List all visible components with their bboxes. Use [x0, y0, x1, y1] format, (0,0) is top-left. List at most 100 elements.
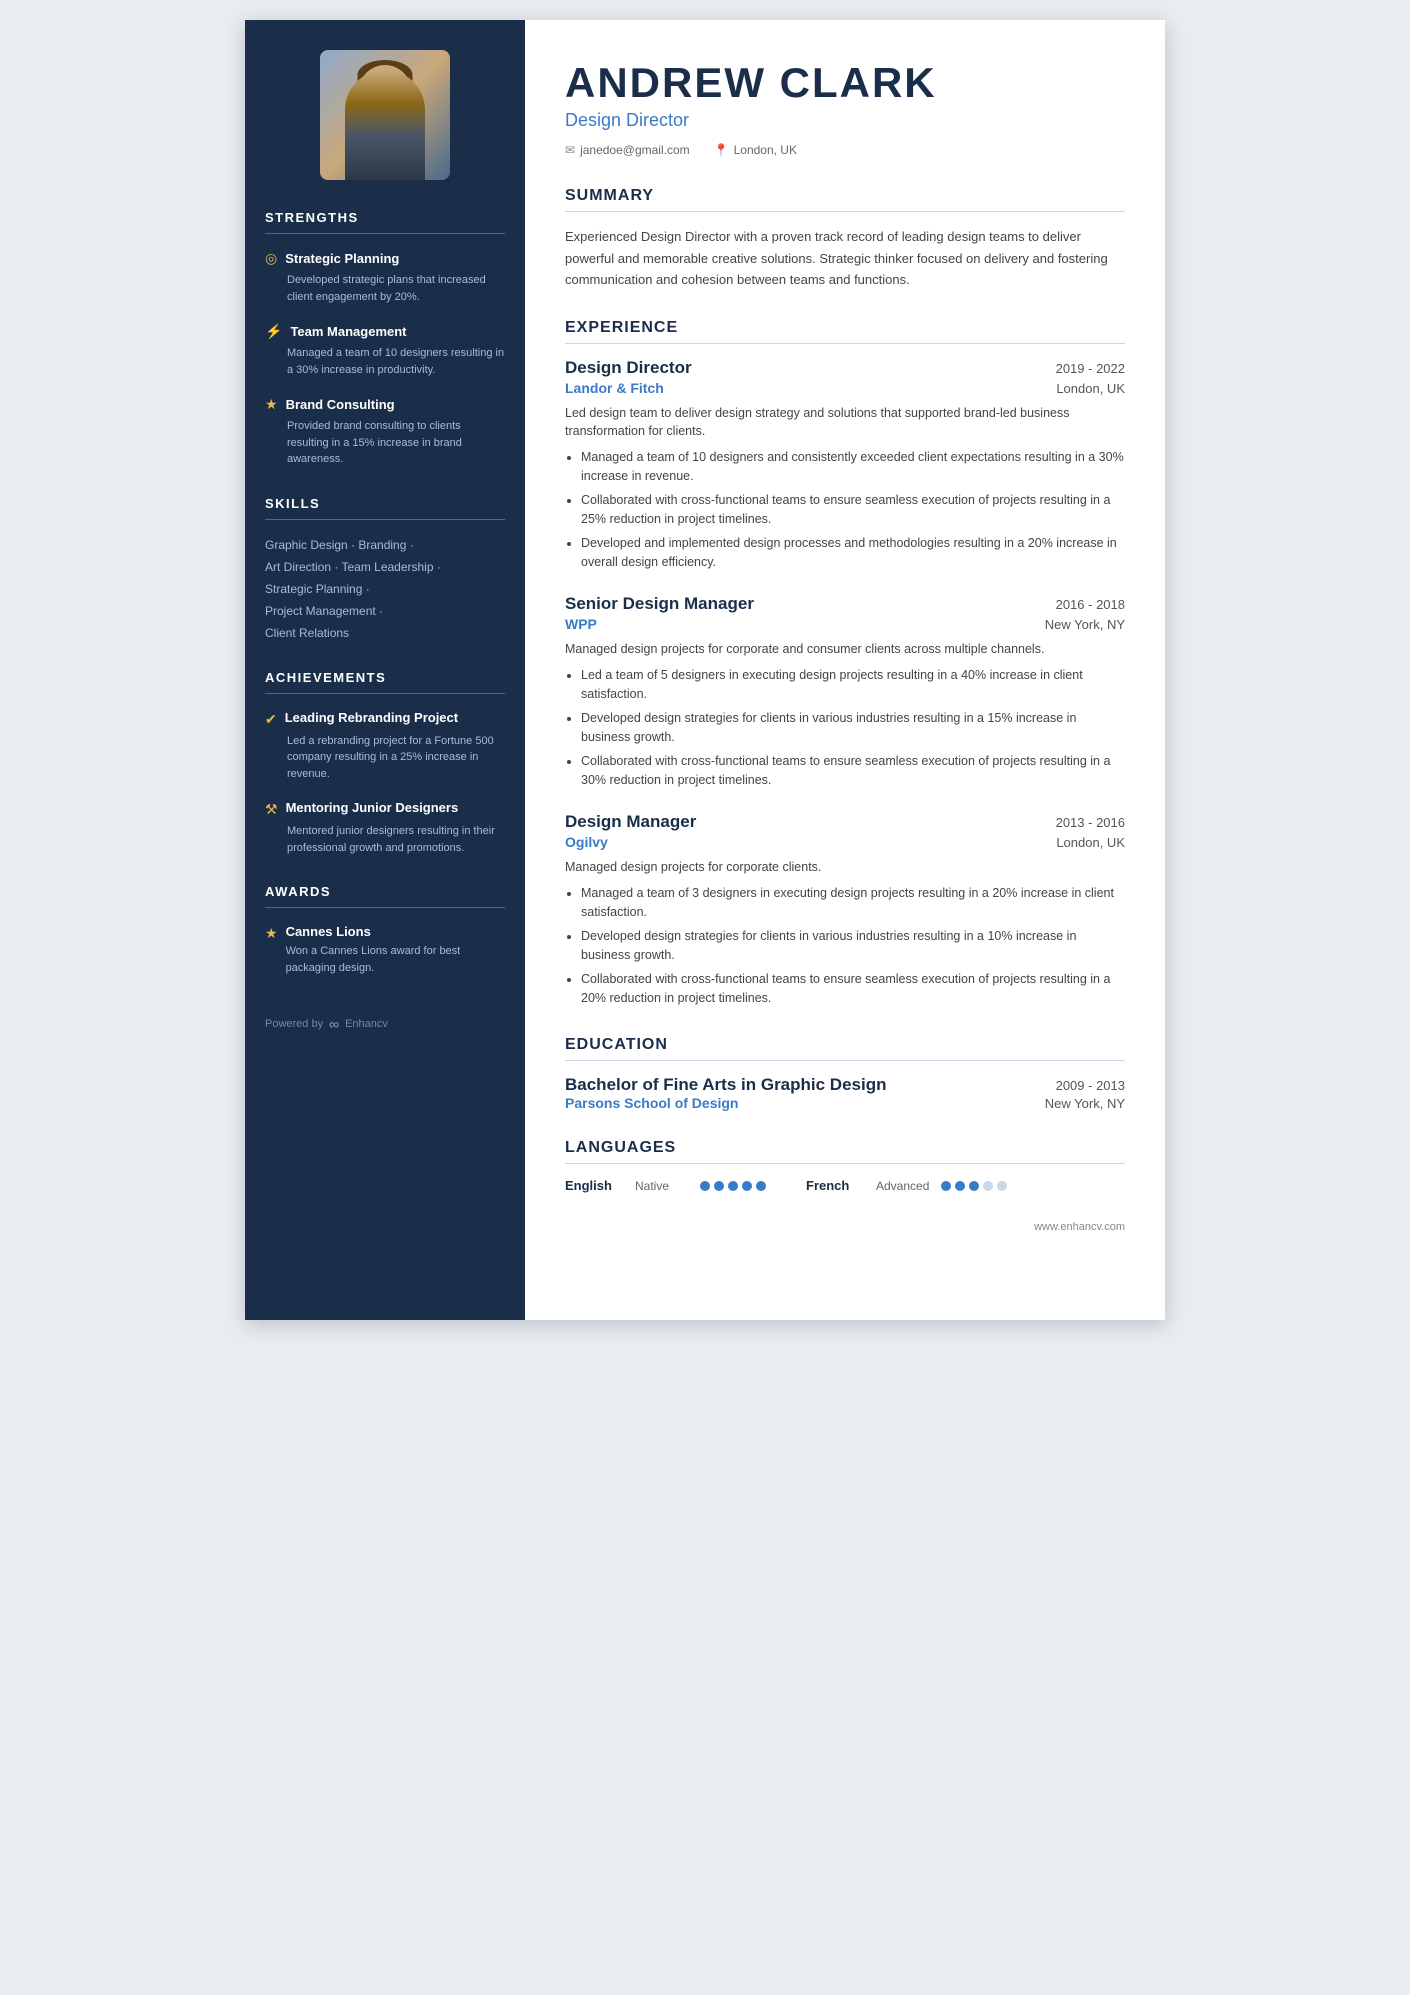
location-value: London, UK	[734, 143, 797, 157]
sidebar-skills-title: SKILLS	[265, 496, 505, 520]
candidate-title: Design Director	[565, 110, 1125, 131]
lang-dot-en-5	[756, 1181, 766, 1191]
strength-title-1: Strategic Planning	[285, 251, 399, 266]
main-content: ANDREW CLARK Design Director ✉ janedoe@g…	[525, 20, 1165, 1320]
exp-desc-2: Managed design projects for corporate an…	[565, 640, 1125, 659]
edu-school-row-1: Parsons School of Design New York, NY	[565, 1095, 1125, 1111]
award-desc-1: Won a Cannes Lions award for best packag…	[286, 943, 505, 976]
exp-company-row-2: WPP New York, NY	[565, 616, 1125, 632]
exp-entry-1: Design Director 2019 - 2022 Landor & Fit…	[565, 358, 1125, 573]
enhancv-logo-icon: ∞	[329, 1016, 339, 1032]
exp-bullet-3-1: Managed a team of 3 designers in executi…	[581, 884, 1125, 923]
avatar-wrapper	[265, 50, 505, 180]
strategic-planning-icon: ◎	[265, 250, 277, 267]
achievement-header-2: ⚒ Mentoring Junior Designers	[265, 800, 505, 818]
exp-header-2: Senior Design Manager 2016 - 2018	[565, 594, 1125, 614]
sidebar-footer: Powered by ∞ Enhancv	[265, 1016, 505, 1032]
achievement-title-2: Mentoring Junior Designers	[286, 800, 459, 815]
resume-container: STRENGTHS ◎ Strategic Planning Developed…	[245, 20, 1165, 1320]
summary-title: SUMMARY	[565, 187, 1125, 212]
exp-bullets-1: Managed a team of 10 designers and consi…	[565, 448, 1125, 572]
exp-desc-3: Managed design projects for corporate cl…	[565, 858, 1125, 877]
lang-dot-en-2	[714, 1181, 724, 1191]
lang-dot-en-1	[700, 1181, 710, 1191]
strength-item-3: ★ Brand Consulting Provided brand consul…	[265, 396, 505, 468]
lang-dot-fr-2	[955, 1181, 965, 1191]
education-section: EDUCATION Bachelor of Fine Arts in Graph…	[565, 1036, 1125, 1111]
exp-company-1: Landor & Fitch	[565, 380, 664, 396]
strength-header-1: ◎ Strategic Planning	[265, 250, 505, 267]
strength-header-2: ⚡ Team Management	[265, 323, 505, 340]
sidebar-skills-section: SKILLS Graphic Design · Branding · Art D…	[265, 496, 505, 642]
skill-item-1: Graphic Design · Branding ·	[265, 536, 505, 554]
languages-row: English Native French Advanced	[565, 1178, 1125, 1193]
lang-name-english: English	[565, 1178, 625, 1193]
award-item-1: ★ Cannes Lions Won a Cannes Lions award …	[265, 924, 505, 976]
exp-bullet-1-1: Managed a team of 10 designers and consi…	[581, 448, 1125, 487]
exp-company-row-1: Landor & Fitch London, UK	[565, 380, 1125, 396]
strength-header-3: ★ Brand Consulting	[265, 396, 505, 413]
edu-school-1: Parsons School of Design	[565, 1095, 738, 1111]
experience-title: EXPERIENCE	[565, 319, 1125, 344]
skills-list: Graphic Design · Branding · Art Directio…	[265, 536, 505, 642]
brand-consulting-icon: ★	[265, 396, 278, 413]
exp-bullet-1-3: Developed and implemented design process…	[581, 534, 1125, 573]
main-footer: www.enhancv.com	[565, 1221, 1125, 1233]
candidate-name: ANDREW CLARK	[565, 60, 1125, 106]
exp-desc-1: Led design team to deliver design strate…	[565, 404, 1125, 442]
lang-dot-fr-1	[941, 1181, 951, 1191]
lang-english: English Native	[565, 1178, 766, 1193]
lang-dots-french	[941, 1181, 1007, 1191]
exp-bullet-1-2: Collaborated with cross-functional teams…	[581, 491, 1125, 530]
achievement-desc-2: Mentored junior designers resulting in t…	[265, 823, 505, 856]
resume-header: ANDREW CLARK Design Director ✉ janedoe@g…	[565, 60, 1125, 157]
education-title: EDUCATION	[565, 1036, 1125, 1061]
strength-desc-2: Managed a team of 10 designers resulting…	[265, 345, 505, 378]
avatar	[320, 50, 450, 180]
exp-bullet-2-2: Developed design strategies for clients …	[581, 709, 1125, 748]
rebranding-icon: ✔	[265, 711, 277, 728]
strength-item-2: ⚡ Team Management Managed a team of 10 d…	[265, 323, 505, 378]
contact-info: ✉ janedoe@gmail.com 📍 London, UK	[565, 143, 1125, 157]
strength-title-2: Team Management	[290, 324, 406, 339]
lang-french: French Advanced	[806, 1178, 1007, 1193]
strength-title-3: Brand Consulting	[286, 397, 395, 412]
achievement-title-1: Leading Rebranding Project	[285, 710, 458, 725]
email-value: janedoe@gmail.com	[580, 143, 690, 157]
achievement-item-2: ⚒ Mentoring Junior Designers Mentored ju…	[265, 800, 505, 856]
sidebar: STRENGTHS ◎ Strategic Planning Developed…	[245, 20, 525, 1320]
email-icon: ✉	[565, 143, 575, 157]
lang-dot-en-3	[728, 1181, 738, 1191]
lang-dot-fr-5	[997, 1181, 1007, 1191]
skill-item-4: Project Management ·	[265, 602, 505, 620]
skill-item-3: Strategic Planning ·	[265, 580, 505, 598]
summary-text: Experienced Design Director with a prove…	[565, 226, 1125, 290]
achievement-header-1: ✔ Leading Rebranding Project	[265, 710, 505, 728]
sidebar-achievements-section: ACHIEVEMENTS ✔ Leading Rebranding Projec…	[265, 670, 505, 857]
exp-role-1: Design Director	[565, 358, 692, 378]
exp-dates-3: 2013 - 2016	[1056, 815, 1125, 830]
strength-desc-1: Developed strategic plans that increased…	[265, 272, 505, 305]
lang-level-english: Native	[635, 1179, 690, 1193]
award-content-1: Cannes Lions Won a Cannes Lions award fo…	[286, 924, 505, 976]
exp-role-3: Design Manager	[565, 812, 696, 832]
experience-section: EXPERIENCE Design Director 2019 - 2022 L…	[565, 319, 1125, 1009]
team-management-icon: ⚡	[265, 323, 282, 340]
edu-header-1: Bachelor of Fine Arts in Graphic Design …	[565, 1075, 1125, 1095]
achievement-desc-1: Led a rebranding project for a Fortune 5…	[265, 733, 505, 783]
exp-bullet-3-3: Collaborated with cross-functional teams…	[581, 970, 1125, 1009]
exp-header-3: Design Manager 2013 - 2016	[565, 812, 1125, 832]
exp-entry-3: Design Manager 2013 - 2016 Ogilvy London…	[565, 812, 1125, 1008]
location-icon: 📍	[714, 143, 729, 157]
powered-by-text: Powered by	[265, 1018, 323, 1030]
exp-bullets-2: Led a team of 5 designers in executing d…	[565, 666, 1125, 790]
exp-bullets-3: Managed a team of 3 designers in executi…	[565, 884, 1125, 1008]
exp-company-2: WPP	[565, 616, 597, 632]
exp-bullet-2-3: Collaborated with cross-functional teams…	[581, 752, 1125, 791]
lang-dot-fr-4	[983, 1181, 993, 1191]
exp-company-3: Ogilvy	[565, 834, 608, 850]
languages-section: LANGUAGES English Native French	[565, 1139, 1125, 1193]
edu-dates-1: 2009 - 2013	[1056, 1078, 1125, 1093]
exp-location-2: New York, NY	[1045, 617, 1125, 632]
avatar-body-shape	[345, 70, 425, 180]
